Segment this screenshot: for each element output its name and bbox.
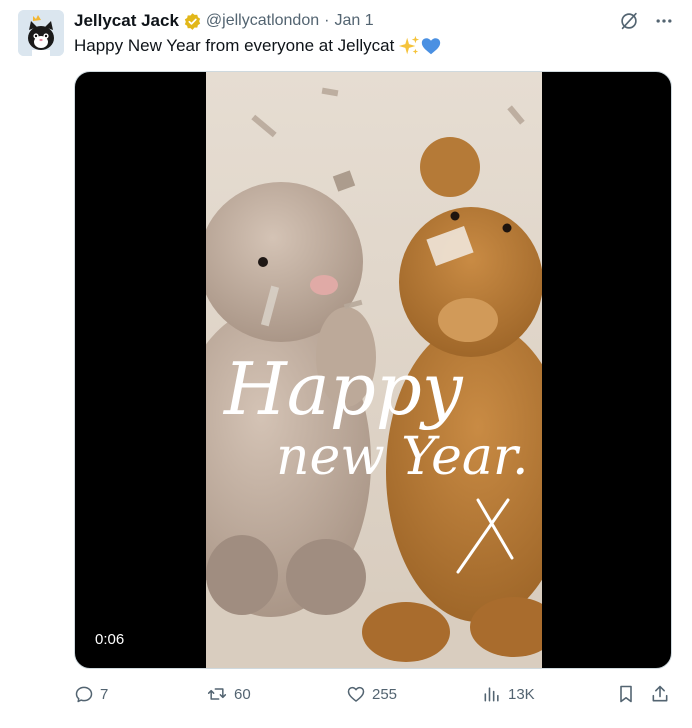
bookmark-icon: [620, 685, 632, 703]
more-icon[interactable]: [654, 11, 674, 31]
like-button[interactable]: 255: [346, 684, 397, 704]
heart-icon: [347, 686, 365, 702]
verified-badge-icon[interactable]: [183, 12, 202, 31]
repost-button[interactable]: 60: [206, 684, 251, 704]
tweet-header: Jellycat Jack @jellycatlondon · Jan 1: [74, 10, 374, 32]
reply-count: 7: [100, 685, 109, 703]
reply-button[interactable]: 7: [74, 684, 108, 704]
repost-count: 60: [234, 685, 251, 703]
views-icon: [484, 687, 499, 702]
tweet-body: Happy New Year from everyone at Jellycat: [74, 36, 395, 55]
video-player[interactable]: Happy new Year. 0:06: [74, 71, 672, 669]
separator: ·: [324, 12, 330, 29]
author-name[interactable]: Jellycat Jack: [74, 11, 179, 31]
tweet[interactable]: Jellycat Jack @jellycatlondon · Jan 1 Ha…: [0, 0, 692, 728]
top-actions: [618, 10, 674, 32]
bookmark-button[interactable]: [616, 684, 642, 704]
video-frame: Happy new Year.: [206, 72, 542, 668]
like-count: 255: [372, 685, 398, 703]
grok-icon[interactable]: [618, 10, 640, 32]
views-button[interactable]: 13K: [482, 684, 535, 704]
sparkles-icon: [399, 35, 420, 55]
repost-icon: [207, 688, 227, 700]
avatar-cat-illustration: [18, 10, 64, 56]
tweet-date[interactable]: Jan 1: [334, 12, 373, 30]
overlay-line-2: new Year.: [276, 427, 529, 487]
share-button[interactable]: [650, 684, 676, 704]
tweet-text: Happy New Year from everyone at Jellycat: [74, 35, 442, 57]
author-handle[interactable]: @jellycatlondon: [206, 12, 319, 30]
overlay-line-1: Happy: [222, 347, 464, 431]
view-count: 13K: [508, 685, 535, 703]
avatar[interactable]: [18, 10, 64, 56]
reply-icon: [75, 686, 93, 703]
share-icon: [652, 685, 668, 702]
video-duration: 0:06: [89, 629, 131, 650]
tweet-actions: 7 60 255 13K: [74, 684, 674, 710]
blue-heart-icon: [422, 38, 441, 55]
